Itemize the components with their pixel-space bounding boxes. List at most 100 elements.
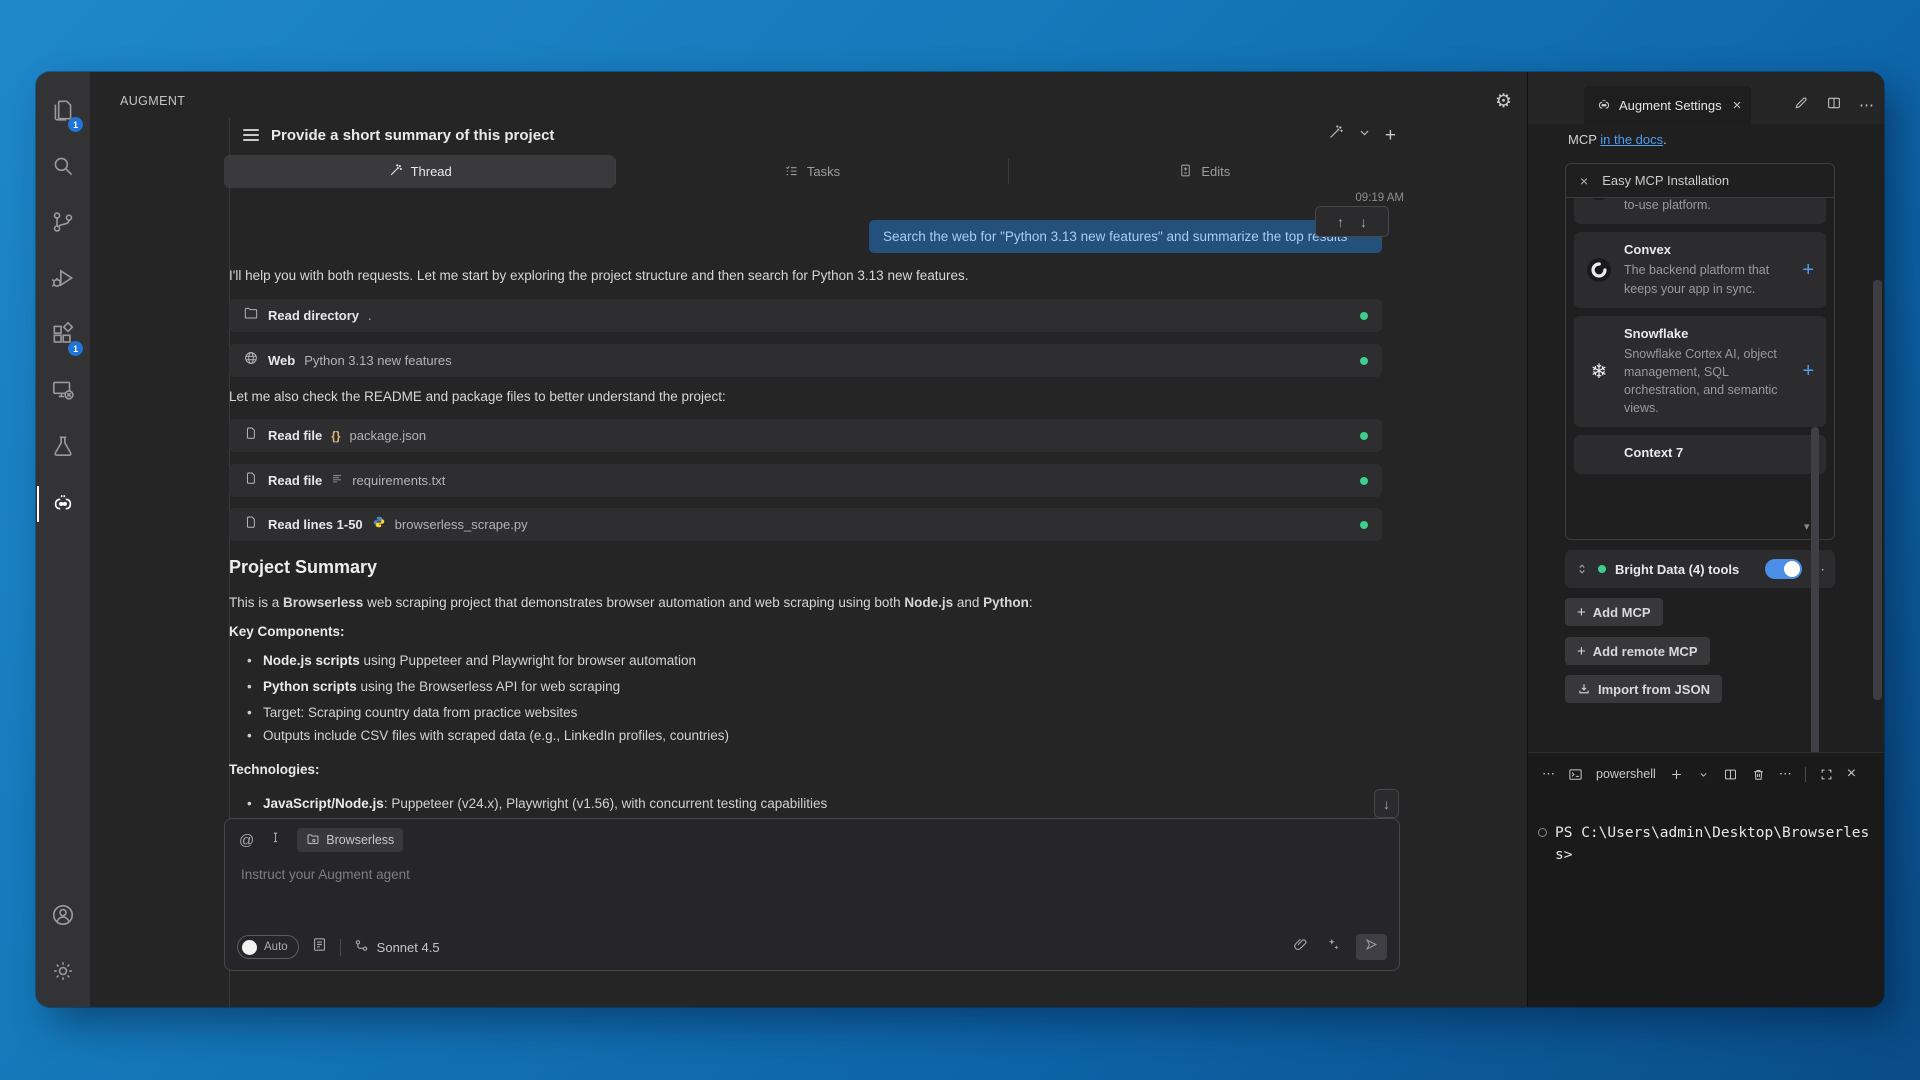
- auto-mode-toggle[interactable]: Auto: [237, 935, 299, 959]
- augment-settings-gear-icon[interactable]: ⚙: [1495, 90, 1512, 113]
- mcp-docs-line: MCP in the docs.: [1568, 132, 1667, 147]
- activity-run-debug[interactable]: [36, 252, 90, 308]
- maximize-panel-icon[interactable]: [1819, 767, 1834, 782]
- mcp-card-partial[interactable]: from servers to observability with a sin…: [1574, 198, 1826, 224]
- debug-icon: [50, 265, 76, 296]
- activity-source-control[interactable]: [36, 196, 90, 252]
- tool-target: requirements.txt: [352, 473, 445, 488]
- mcp-enabled-toggle[interactable]: [1765, 559, 1802, 579]
- terminal-header: ⋯ powershell ⋯ ×: [1528, 753, 1884, 795]
- tool-call-read-requirements[interactable]: Read file requirements.txt: [229, 464, 1382, 497]
- thread-mode-tabs: Thread Tasks Edits: [224, 155, 1400, 188]
- mcp-card-snowflake[interactable]: ❄ Snowflake Snowflake Cortex AI, object …: [1574, 316, 1826, 428]
- search-icon: [50, 153, 76, 184]
- new-thread-button[interactable]: +: [1385, 126, 1396, 145]
- installed-mcp-bright-data[interactable]: Bright Data (4) tools ⋯: [1565, 550, 1835, 588]
- wand-icon: [388, 163, 403, 181]
- activity-explorer[interactable]: 1: [36, 84, 90, 140]
- activity-remote-explorer[interactable]: [36, 364, 90, 420]
- tool-call-read-lines[interactable]: Read lines 1-50 browserless_scrape.py: [229, 508, 1382, 541]
- close-section-icon[interactable]: ×: [1580, 173, 1588, 189]
- attach-icon[interactable]: [1292, 936, 1309, 958]
- close-panel-icon[interactable]: ×: [1847, 765, 1856, 783]
- plus-icon: +: [1577, 604, 1586, 621]
- drag-handle-icon[interactable]: [1575, 562, 1589, 576]
- activity-search[interactable]: [36, 140, 90, 196]
- tab-tasks[interactable]: Tasks: [616, 155, 1007, 188]
- git-branch-icon: [50, 209, 76, 240]
- split-terminal-icon[interactable]: [1723, 767, 1738, 782]
- activity-testing[interactable]: [36, 420, 90, 476]
- remote-monitor-icon: [50, 377, 76, 408]
- magic-wand-icon[interactable]: [1327, 124, 1344, 146]
- user-message: Search the web for "Python 3.13 new feat…: [869, 220, 1382, 253]
- activity-extensions[interactable]: 1: [36, 308, 90, 364]
- success-dot: [1360, 312, 1368, 320]
- status-dot: [1598, 565, 1606, 573]
- file-icon: [243, 514, 259, 535]
- folder-icon: [243, 305, 259, 326]
- success-dot: [1360, 357, 1368, 365]
- pencil-icon[interactable]: [1793, 95, 1809, 116]
- activity-augment[interactable]: [36, 476, 90, 532]
- next-message-arrow-icon[interactable]: ↓: [1360, 214, 1367, 230]
- terminal-views-icon[interactable]: ⋯: [1779, 766, 1792, 782]
- mcp-card-convex[interactable]: Convex The backend platform that keeps y…: [1574, 232, 1826, 307]
- mention-icon[interactable]: @: [239, 832, 254, 849]
- thread-menu-icon[interactable]: [243, 129, 259, 141]
- composer-input[interactable]: Instruct your Augment agent: [241, 867, 410, 882]
- tab-edits[interactable]: Edits: [1009, 155, 1400, 188]
- context-chip-browserless[interactable]: Browserless: [297, 828, 403, 852]
- tool-target: Python 3.13 new features: [304, 353, 451, 368]
- guidelines-icon[interactable]: [311, 936, 328, 958]
- add-mcp-button[interactable]: + Add MCP: [1565, 598, 1663, 626]
- terminal-more-icon[interactable]: ⋯: [1542, 766, 1555, 782]
- terminal-content[interactable]: PS C:\Users\admin\Desktop\Browserles s>: [1528, 795, 1884, 867]
- more-actions-icon[interactable]: ⋯: [1859, 96, 1874, 114]
- model-selector[interactable]: Sonnet 4.5: [353, 937, 440, 957]
- success-dot: [1360, 521, 1368, 529]
- summary-bullet: Node.js scripts using Puppeteer and Play…: [263, 653, 1363, 668]
- mcp-card-description: from servers to observability with a sin…: [1624, 198, 1784, 214]
- tab-thread[interactable]: Thread: [224, 155, 615, 188]
- docs-link[interactable]: in the docs: [1600, 132, 1663, 147]
- mcp-card-context7[interactable]: Context 7: [1574, 435, 1826, 474]
- terminal-prompt-line2: s>: [1555, 845, 1869, 867]
- split-editor-icon[interactable]: [1826, 95, 1842, 116]
- tab-augment-settings[interactable]: Augment Settings ×: [1584, 86, 1751, 124]
- message-timestamp: 09:19 AM: [1224, 192, 1404, 204]
- composer: @ Browserless Instruct your Augment agen…: [224, 818, 1400, 971]
- webview-scrollbar[interactable]: [1811, 427, 1819, 790]
- scroll-to-bottom-button[interactable]: ↓: [1374, 789, 1399, 818]
- terminal-dropdown-icon[interactable]: [1697, 767, 1710, 782]
- sparkles-icon[interactable]: [1324, 936, 1341, 958]
- send-button[interactable]: [1356, 934, 1387, 960]
- scroll-down-triangle-icon[interactable]: ▾: [1804, 520, 1810, 533]
- technologies-label: Technologies:: [229, 762, 320, 777]
- prev-message-arrow-icon[interactable]: ↑: [1337, 214, 1344, 230]
- assistant-text: I'll help you with both requests. Let me…: [229, 268, 1389, 283]
- activity-settings[interactable]: [36, 945, 90, 1001]
- terminal-icon: [1568, 767, 1583, 782]
- chevron-down-icon[interactable]: [1356, 124, 1373, 146]
- add-mcp-plus-icon[interactable]: +: [1802, 360, 1816, 383]
- tool-call-web-search[interactable]: Web Python 3.13 new features: [229, 344, 1382, 377]
- tab-thread-label: Thread: [411, 164, 452, 179]
- editor-scrollbar[interactable]: [1873, 280, 1882, 700]
- installed-mcp-label: Bright Data (4) tools: [1615, 562, 1739, 577]
- tool-call-read-package-json[interactable]: Read file {} package.json: [229, 419, 1382, 452]
- model-name: Sonnet 4.5: [377, 940, 440, 955]
- activity-account[interactable]: [36, 889, 90, 945]
- terminal-shell-name[interactable]: powershell: [1596, 767, 1656, 781]
- text-cursor-icon[interactable]: [268, 830, 283, 850]
- model-icon: [353, 937, 370, 957]
- add-remote-mcp-button[interactable]: + Add remote MCP: [1565, 637, 1710, 665]
- tool-call-read-directory[interactable]: Read directory .: [229, 299, 1382, 332]
- kill-terminal-icon[interactable]: [1751, 767, 1766, 782]
- add-mcp-plus-icon[interactable]: +: [1802, 259, 1816, 282]
- summary-bullet: Target: Scraping country data from pract…: [263, 705, 1363, 720]
- close-tab-icon[interactable]: ×: [1733, 97, 1742, 114]
- text-file-icon: [331, 472, 343, 490]
- import-from-json-button[interactable]: Import from JSON: [1565, 675, 1722, 703]
- new-terminal-icon[interactable]: [1669, 767, 1684, 782]
